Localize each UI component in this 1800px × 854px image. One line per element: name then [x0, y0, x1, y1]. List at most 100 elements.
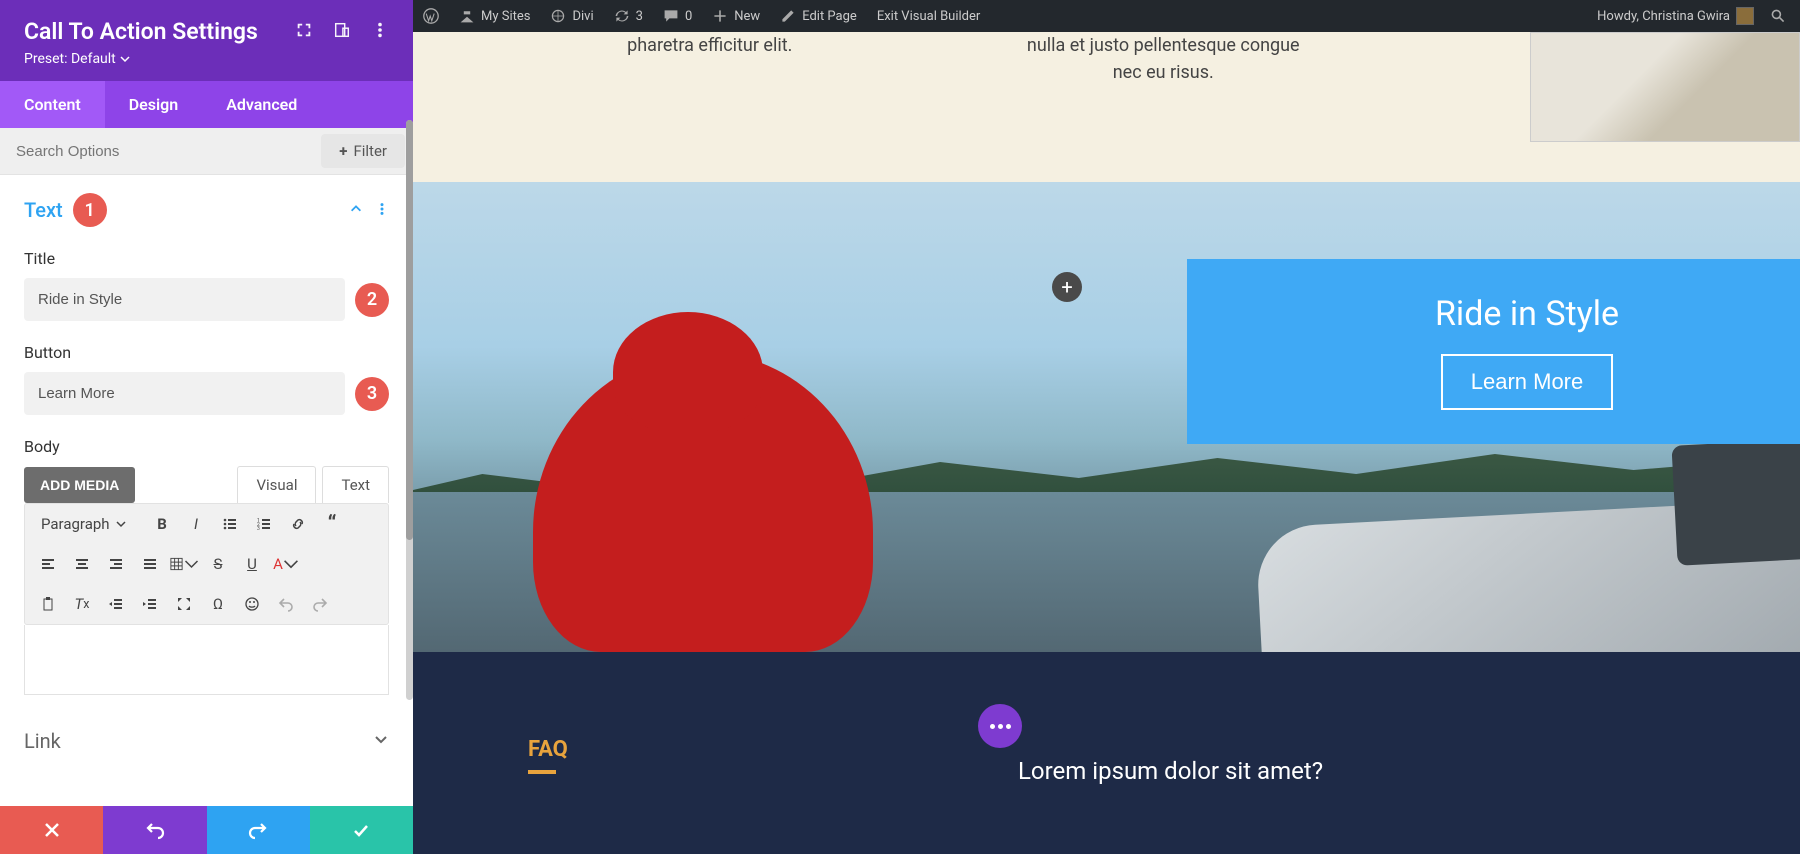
- number-list-button[interactable]: 123: [249, 510, 279, 538]
- admin-search[interactable]: [1764, 0, 1792, 32]
- add-module-button[interactable]: +: [1052, 272, 1082, 302]
- annotation-badge-2: 2: [355, 283, 389, 317]
- align-justify-button[interactable]: [135, 550, 165, 578]
- page-preview: pharetra efficitur elit. nulla et justo …: [413, 32, 1800, 854]
- bullet-list-button[interactable]: [215, 510, 245, 538]
- search-filter-row: +Filter: [0, 128, 413, 175]
- undo-button[interactable]: [271, 590, 301, 618]
- howdy-user[interactable]: Howdy, Christina Gwira: [1587, 0, 1764, 32]
- format-select[interactable]: Paragraph: [33, 511, 143, 537]
- section-text-label[interactable]: Text: [24, 198, 63, 222]
- site-icon: [550, 8, 566, 24]
- section-more[interactable]: [375, 201, 389, 220]
- module-options-button[interactable]: [978, 704, 1022, 748]
- sites-icon: [459, 8, 475, 24]
- editor-tab-text[interactable]: Text: [322, 466, 389, 503]
- body-editor[interactable]: [24, 625, 389, 695]
- text-color-button[interactable]: A: [271, 550, 301, 578]
- faq-underline: [528, 770, 556, 774]
- more-icon[interactable]: [371, 21, 389, 43]
- filter-label: Filter: [353, 142, 387, 160]
- preset-dropdown[interactable]: Preset: Default: [24, 51, 130, 67]
- clear-format-button[interactable]: Tx: [67, 590, 97, 618]
- edit-page[interactable]: Edit Page: [770, 0, 867, 32]
- button-input[interactable]: [24, 372, 345, 415]
- exit-visual-builder[interactable]: Exit Visual Builder: [867, 0, 990, 32]
- faq-heading: FAQ: [528, 737, 568, 762]
- outdent-button[interactable]: [101, 590, 131, 618]
- sidebar-scrollbar[interactable]: [406, 120, 413, 700]
- tab-content[interactable]: Content: [0, 81, 105, 128]
- italic-button[interactable]: I: [181, 510, 211, 538]
- faq-question: Lorem ipsum dolor sit amet?: [1018, 757, 1323, 785]
- site-name[interactable]: Divi: [540, 0, 603, 32]
- scrollbar-thumb[interactable]: [406, 120, 413, 540]
- footer-section: FAQ Lorem ipsum dolor sit amet?: [413, 652, 1800, 854]
- bold-button[interactable]: B: [147, 510, 177, 538]
- link-button[interactable]: [283, 510, 313, 538]
- cta-button[interactable]: Learn More: [1441, 354, 1614, 410]
- search-options-input[interactable]: [0, 131, 313, 172]
- wp-admin-bar: My Sites Divi 3 0 New Edit Page Exit Vis…: [413, 0, 1800, 32]
- filter-button[interactable]: +Filter: [321, 134, 405, 168]
- tab-design[interactable]: Design: [105, 81, 202, 128]
- undo-icon: [145, 820, 165, 840]
- indent-button[interactable]: [135, 590, 165, 618]
- wp-logo[interactable]: [413, 0, 449, 32]
- collapse-section[interactable]: [349, 201, 363, 220]
- sidebar-header: Call To Action Settings Preset: Default: [0, 0, 413, 81]
- align-center-button[interactable]: [67, 550, 97, 578]
- save-button[interactable]: [310, 806, 413, 854]
- special-char-button[interactable]: Ω: [203, 590, 233, 618]
- edit-page-label: Edit Page: [802, 9, 857, 24]
- redo-button[interactable]: [305, 590, 335, 618]
- chevron-up-icon: [349, 202, 363, 216]
- undo-footer-button[interactable]: [103, 806, 206, 854]
- fullscreen-button[interactable]: [169, 590, 199, 618]
- settings-tabs: Content Design Advanced: [0, 81, 413, 128]
- wysiwyg-toolbar: Paragraph B I 123 “ S U A Tx: [24, 503, 389, 625]
- exit-vb-label: Exit Visual Builder: [877, 9, 980, 24]
- title-input[interactable]: [24, 278, 345, 321]
- comments-count: 0: [685, 9, 692, 24]
- sidebar-footer: [0, 806, 413, 854]
- redo-icon: [248, 820, 268, 840]
- emoji-button[interactable]: [237, 590, 267, 618]
- align-right-button[interactable]: [101, 550, 131, 578]
- redo-footer-button[interactable]: [207, 806, 310, 854]
- new[interactable]: New: [702, 0, 770, 32]
- add-media-button[interactable]: ADD MEDIA: [24, 467, 135, 503]
- caret-down-icon: [184, 556, 199, 572]
- comments[interactable]: 0: [653, 0, 702, 32]
- underline-button[interactable]: U: [237, 550, 267, 578]
- responsive-icon[interactable]: [333, 21, 351, 43]
- format-select-label: Paragraph: [41, 515, 110, 533]
- refresh-icon: [614, 8, 630, 24]
- chevron-down-icon: [373, 731, 389, 747]
- align-left-button[interactable]: [33, 550, 63, 578]
- site-name-label: Divi: [572, 9, 593, 24]
- pencil-icon: [780, 8, 796, 24]
- cta-module[interactable]: Ride in Style Learn More: [1187, 259, 1800, 444]
- updates-count: 3: [636, 9, 643, 24]
- text-column-2: nulla et justo pellentesque conguenec eu…: [967, 32, 1361, 86]
- editor-tab-visual[interactable]: Visual: [237, 466, 316, 503]
- updates[interactable]: 3: [604, 0, 653, 32]
- discard-button[interactable]: [0, 806, 103, 854]
- tab-advanced[interactable]: Advanced: [202, 81, 321, 128]
- cta-title: Ride in Style: [1435, 294, 1619, 334]
- strike-button[interactable]: S: [203, 550, 233, 578]
- my-sites-label: My Sites: [481, 9, 530, 24]
- title-field-label: Title: [24, 249, 389, 268]
- link-section-label[interactable]: Link: [24, 729, 61, 753]
- plus-icon: [712, 8, 728, 24]
- text-column-1: pharetra efficitur elit.: [513, 32, 907, 86]
- new-label: New: [734, 9, 760, 24]
- quote-button[interactable]: “: [317, 510, 347, 538]
- paste-button[interactable]: [33, 590, 63, 618]
- expand-icon[interactable]: [295, 21, 313, 43]
- expand-link-section[interactable]: [373, 731, 389, 751]
- table-button[interactable]: [169, 550, 199, 578]
- caret-down-icon: [283, 556, 299, 572]
- my-sites[interactable]: My Sites: [449, 0, 540, 32]
